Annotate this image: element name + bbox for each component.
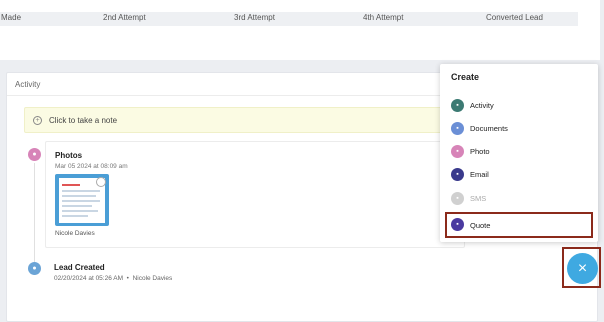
timeline-item-photos: Photos Mar 05 2024 at 08:09 am Nicole Da…	[45, 141, 465, 248]
create-menu-title: Create	[451, 72, 480, 82]
timeline-item-meta: 02/20/2024 at 05:26 AM • Nicole Davies	[54, 275, 172, 282]
add-note-icon: +	[33, 116, 42, 125]
leads-table-card: Made 2nd Attempt 3rd Attempt 4th Attempt…	[0, 0, 600, 60]
menu-item-label: Activity	[470, 101, 494, 110]
table-header-row: Made 2nd Attempt 3rd Attempt 4th Attempt…	[0, 12, 578, 26]
photo-icon: ▪	[451, 145, 464, 158]
menu-item-label: Documents	[470, 124, 508, 133]
create-email-item[interactable]: ▪ Email	[445, 164, 593, 186]
timeline-item-date: Mar 05 2024 at 08:09 am	[55, 163, 128, 170]
timeline-item-date: 02/20/2024 at 05:26 AM	[54, 275, 124, 282]
create-activity-item[interactable]: ▪ Activity	[445, 95, 593, 117]
menu-item-label: Photo	[470, 147, 490, 156]
column-header-made: Made	[1, 13, 22, 22]
activity-icon: ▪	[451, 99, 464, 112]
menu-item-label: Quote	[470, 221, 491, 230]
close-fab-button[interactable]: ×	[567, 253, 598, 284]
column-header-3rd-attempt: 3rd Attempt	[234, 13, 275, 22]
create-quote-item[interactable]: ▪ Quote	[445, 212, 593, 238]
column-header-converted-lead: Converted Lead	[486, 13, 543, 22]
column-header-4th-attempt: 4th Attempt	[363, 13, 404, 22]
timeline-line	[34, 163, 35, 263]
take-note-bar[interactable]: + Click to take a note	[24, 107, 464, 133]
column-header-2nd-attempt: 2nd Attempt	[103, 13, 146, 22]
note-placeholder: Click to take a note	[49, 116, 118, 125]
quote-icon: ▪	[451, 218, 464, 231]
photo-icon: ●	[28, 148, 41, 161]
create-photo-item[interactable]: ▪ Photo	[445, 141, 593, 163]
timeline-item-title: Lead Created	[54, 263, 105, 272]
create-documents-item[interactable]: ▪ Documents	[445, 118, 593, 140]
create-sms-item[interactable]: ▪ SMS	[445, 188, 593, 210]
timeline-item-title: Photos	[55, 151, 83, 160]
timeline-item-author: Nicole Davies	[132, 275, 173, 282]
thumbnail-badge-icon	[96, 177, 106, 187]
close-icon: ×	[577, 260, 588, 277]
menu-item-label: SMS	[470, 194, 487, 203]
photo-thumbnail[interactable]	[55, 174, 109, 226]
email-icon: ▪	[451, 168, 464, 181]
documents-icon: ▪	[451, 122, 464, 135]
timeline-item-author: Nicole Davies	[55, 230, 95, 237]
lead-icon: ●	[28, 262, 41, 275]
menu-item-label: Email	[470, 170, 489, 179]
sms-icon: ▪	[451, 192, 464, 205]
meta-separator: •	[126, 275, 129, 282]
create-menu: Create ▪ Activity ▪ Documents ▪ Photo ▪ …	[440, 64, 598, 242]
activity-title: Activity	[15, 80, 41, 89]
